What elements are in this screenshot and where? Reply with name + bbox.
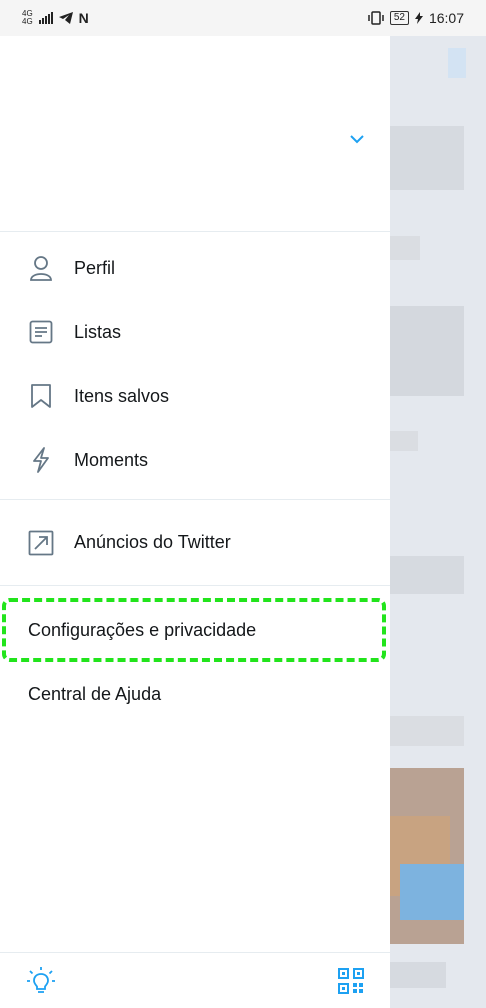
drawer-bottom-bar xyxy=(0,952,390,1008)
lightbulb-icon[interactable] xyxy=(26,966,56,996)
menu-item-settings-privacy[interactable]: Configurações e privacidade xyxy=(0,598,390,662)
menu-item-profile[interactable]: Perfil xyxy=(0,236,390,300)
status-bar: 4G 4G N 52 16:07 xyxy=(0,0,486,36)
list-icon xyxy=(28,319,54,345)
external-link-icon xyxy=(28,530,54,556)
battery-icon: 52 xyxy=(389,11,409,25)
vibrate-icon xyxy=(368,11,384,25)
menu-item-label: Anúncios do Twitter xyxy=(74,532,231,552)
menu-item-bookmarks[interactable]: Itens salvos xyxy=(0,364,390,428)
settings-menu: Configurações e privacidade Central de A… xyxy=(0,586,390,726)
notification-n-icon: N xyxy=(78,10,89,26)
ads-menu: Anúncios do Twitter xyxy=(0,500,390,586)
main-menu: Perfil Listas Itens salvos Moments xyxy=(0,232,390,500)
chevron-down-icon[interactable] xyxy=(348,132,366,146)
navigation-drawer: Perfil Listas Itens salvos Moments Anúnc… xyxy=(0,36,390,1008)
bookmark-icon xyxy=(28,383,54,409)
menu-item-label: Itens salvos xyxy=(74,385,170,406)
menu-item-help-center[interactable]: Central de Ajuda xyxy=(0,662,390,726)
telegram-icon xyxy=(58,12,73,24)
signal-icon xyxy=(38,12,53,24)
menu-item-label: Listas xyxy=(74,321,122,342)
qr-code-icon[interactable] xyxy=(336,966,366,996)
account-header xyxy=(0,36,390,232)
network-type: 4G 4G xyxy=(22,9,33,26)
menu-item-label: Perfil xyxy=(74,257,116,278)
clock: 16:07 xyxy=(428,10,464,26)
timeline-background[interactable] xyxy=(390,36,486,1008)
lightning-icon xyxy=(28,447,54,473)
status-left: 4G 4G N xyxy=(22,9,89,27)
menu-item-label: Moments xyxy=(74,449,149,470)
menu-item-moments[interactable]: Moments xyxy=(0,428,390,492)
menu-item-twitter-ads[interactable]: Anúncios do Twitter xyxy=(0,511,390,575)
menu-item-lists[interactable]: Listas xyxy=(0,300,390,364)
charging-icon xyxy=(414,12,423,24)
status-right: 52 16:07 xyxy=(368,10,464,26)
person-icon xyxy=(28,255,54,281)
